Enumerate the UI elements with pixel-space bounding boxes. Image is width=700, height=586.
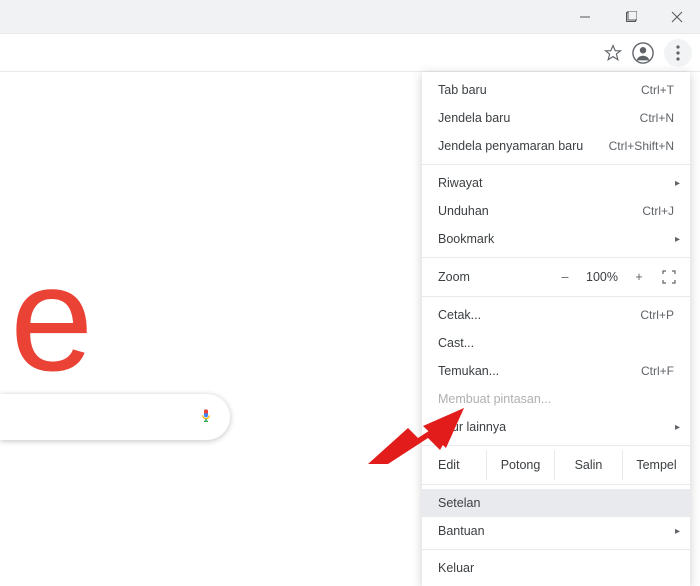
menu-item-label: Bantuan bbox=[438, 524, 485, 538]
search-box[interactable] bbox=[0, 394, 230, 440]
minimize-button[interactable] bbox=[562, 0, 608, 34]
menu-separator bbox=[422, 484, 690, 485]
chevron-right-icon: ▸ bbox=[675, 178, 680, 189]
menu-item-label: Fitur lainnya bbox=[438, 420, 506, 434]
menu-item-cast[interactable]: Cast... bbox=[422, 329, 690, 357]
menu-item-shortcut: Ctrl+J bbox=[642, 204, 674, 218]
menu-item-label: Jendela baru bbox=[438, 111, 510, 125]
voice-search-icon[interactable] bbox=[198, 405, 214, 430]
menu-item-label: Cetak... bbox=[438, 308, 481, 322]
edit-paste-button[interactable]: Tempel bbox=[622, 450, 690, 480]
menu-item-create-shortcut: Membuat pintasan... bbox=[422, 385, 690, 413]
menu-item-label: Riwayat bbox=[438, 176, 482, 190]
chevron-right-icon: ▸ bbox=[675, 422, 680, 433]
edit-label: Edit bbox=[438, 450, 486, 480]
menu-item-label: Jendela penyamaran baru bbox=[438, 139, 583, 153]
menu-item-settings[interactable]: Setelan bbox=[422, 489, 690, 517]
menu-item-downloads[interactable]: Unduhan Ctrl+J bbox=[422, 197, 690, 225]
menu-item-shortcut: Ctrl+T bbox=[641, 83, 674, 97]
menu-edit-row: Edit Potong Salin Tempel bbox=[422, 450, 690, 480]
edit-cut-button[interactable]: Potong bbox=[486, 450, 554, 480]
menu-item-label: Temukan... bbox=[438, 364, 499, 378]
window-titlebar bbox=[0, 0, 700, 34]
menu-item-history[interactable]: Riwayat ▸ bbox=[422, 169, 690, 197]
maximize-button[interactable] bbox=[608, 0, 654, 34]
menu-item-incognito[interactable]: Jendela penyamaran baru Ctrl+Shift+N bbox=[422, 132, 690, 160]
menu-item-print[interactable]: Cetak... Ctrl+P bbox=[422, 301, 690, 329]
menu-item-label: Setelan bbox=[438, 496, 480, 510]
edit-copy-button[interactable]: Salin bbox=[554, 450, 622, 480]
zoom-value: 100% bbox=[582, 270, 622, 284]
browser-toolbar bbox=[0, 34, 700, 72]
fullscreen-icon[interactable] bbox=[656, 270, 682, 284]
zoom-out-button[interactable]: – bbox=[554, 270, 576, 284]
menu-item-more-tools[interactable]: Fitur lainnya ▸ bbox=[422, 413, 690, 441]
zoom-in-button[interactable]: + bbox=[628, 270, 650, 284]
menu-item-label: Bookmark bbox=[438, 232, 494, 246]
menu-item-new-window[interactable]: Jendela baru Ctrl+N bbox=[422, 104, 690, 132]
menu-item-bookmarks[interactable]: Bookmark ▸ bbox=[422, 225, 690, 253]
menu-separator bbox=[422, 296, 690, 297]
menu-separator bbox=[422, 445, 690, 446]
menu-item-find[interactable]: Temukan... Ctrl+F bbox=[422, 357, 690, 385]
menu-item-shortcut: Ctrl+N bbox=[640, 111, 674, 125]
menu-item-label: Cast... bbox=[438, 336, 474, 350]
menu-item-shortcut: Ctrl+P bbox=[640, 308, 674, 322]
menu-item-label: Tab baru bbox=[438, 83, 487, 97]
menu-item-new-tab[interactable]: Tab baru Ctrl+T bbox=[422, 76, 690, 104]
menu-zoom-row: Zoom – 100% + bbox=[422, 262, 690, 292]
menu-separator bbox=[422, 549, 690, 550]
menu-separator bbox=[422, 257, 690, 258]
menu-item-label: Keluar bbox=[438, 561, 474, 575]
bookmark-star-icon[interactable] bbox=[604, 44, 622, 62]
menu-item-label: Membuat pintasan... bbox=[438, 392, 551, 406]
close-button[interactable] bbox=[654, 0, 700, 34]
chevron-right-icon: ▸ bbox=[675, 234, 680, 245]
menu-item-shortcut: Ctrl+F bbox=[641, 364, 674, 378]
google-logo-fragment: e bbox=[10, 232, 89, 405]
profile-avatar-icon[interactable] bbox=[632, 42, 654, 64]
menu-item-help[interactable]: Bantuan ▸ bbox=[422, 517, 690, 545]
main-menu-dropdown: Tab baru Ctrl+T Jendela baru Ctrl+N Jend… bbox=[422, 72, 690, 586]
menu-item-label: Unduhan bbox=[438, 204, 489, 218]
zoom-label: Zoom bbox=[438, 270, 508, 284]
menu-item-shortcut: Ctrl+Shift+N bbox=[609, 139, 674, 153]
menu-item-exit[interactable]: Keluar bbox=[422, 554, 690, 582]
window-controls bbox=[562, 0, 700, 34]
menu-separator bbox=[422, 164, 690, 165]
main-menu-button[interactable] bbox=[664, 39, 692, 67]
chevron-right-icon: ▸ bbox=[675, 526, 680, 537]
